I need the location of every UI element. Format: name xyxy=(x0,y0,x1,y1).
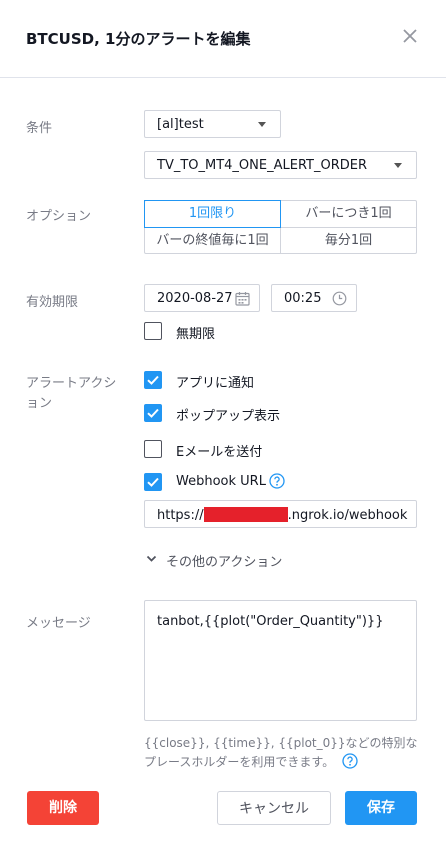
chevron-down-icon xyxy=(394,163,402,168)
actions-label-line1: アラートアクシ xyxy=(26,376,117,391)
message-textarea[interactable]: tanbot,{{plot("Order_Quantity")}} xyxy=(144,600,417,721)
message-hint-text: {{close}}, {{time}}, {{plot_0}}などの特別なプレー… xyxy=(144,736,418,769)
trigger-options: 1回限り バーにつき1回 バーの終値毎に1回 毎分1回 xyxy=(144,200,417,254)
webhook-label: Webhook URL xyxy=(176,474,266,489)
popup-label: ポップアップ表示 xyxy=(176,409,281,424)
webhook-url-prefix: https:// xyxy=(157,508,204,523)
webhook-checkbox[interactable] xyxy=(144,473,162,491)
message-text: tanbot,{{plot("Order_Quantity")}} xyxy=(157,614,384,629)
webhook-url-input[interactable]: https:// .ngrok.io/webhook xyxy=(144,500,417,528)
check-icon xyxy=(147,477,159,487)
email-label: Eメールを送付 xyxy=(176,445,263,460)
expiration-date-value: 2020-08-27 xyxy=(157,291,233,306)
condition-label: 条件 xyxy=(26,121,53,136)
option-once[interactable]: 1回限り xyxy=(144,200,281,228)
option-once-per-bar-close[interactable]: バーの終値毎に1回 xyxy=(145,228,280,254)
chevron-down-icon xyxy=(258,122,266,127)
expiration-time-field[interactable]: 00:25 xyxy=(271,284,357,312)
save-button[interactable]: 保存 xyxy=(345,791,417,825)
dialog-title: BTCUSD, 1分のアラートを編集 xyxy=(26,30,251,48)
notify-app-label: アプリに通知 xyxy=(176,376,255,391)
notify-app-checkbox[interactable] xyxy=(144,371,162,389)
cancel-button[interactable]: キャンセル xyxy=(217,791,331,825)
webhook-url-suffix: .ngrok.io/webhook xyxy=(287,508,408,523)
redacted-block xyxy=(203,507,288,522)
clock-icon[interactable] xyxy=(332,291,347,306)
actions-label-line2: ョン xyxy=(26,396,53,411)
help-icon[interactable] xyxy=(269,473,285,489)
email-checkbox[interactable] xyxy=(144,440,162,458)
condition-select-value: [al]test xyxy=(157,117,204,132)
expiration-label: 有効期限 xyxy=(26,295,79,310)
option-once-per-minute[interactable]: 毎分1回 xyxy=(281,228,416,254)
check-icon xyxy=(147,408,159,418)
option-once-per-bar[interactable]: バーにつき1回 xyxy=(281,201,416,227)
options-label: オプション xyxy=(26,209,92,224)
more-actions-label: その他のアクション xyxy=(166,555,283,570)
delete-button[interactable]: 削除 xyxy=(27,791,99,825)
unlimited-label: 無期限 xyxy=(176,327,216,342)
calendar-icon[interactable] xyxy=(235,291,250,306)
chevron-down-icon xyxy=(146,555,157,562)
close-icon[interactable] xyxy=(400,26,420,46)
dialog-header: BTCUSD, 1分のアラートを編集 xyxy=(0,0,446,78)
unlimited-checkbox[interactable] xyxy=(144,322,162,340)
message-label: メッセージ xyxy=(26,616,91,631)
popup-checkbox[interactable] xyxy=(144,404,162,422)
alert-plot-value: TV_TO_MT4_ONE_ALERT_ORDER xyxy=(157,158,368,173)
expiration-date-field[interactable]: 2020-08-27 xyxy=(144,284,260,312)
help-icon[interactable] xyxy=(342,753,358,769)
expiration-time-value: 00:25 xyxy=(284,291,322,306)
message-hint: {{close}}, {{time}}, {{plot_0}}などの特別なプレー… xyxy=(144,734,424,772)
alert-plot-select[interactable]: TV_TO_MT4_ONE_ALERT_ORDER xyxy=(144,151,417,179)
webhook-url-text: https:// .ngrok.io/webhook xyxy=(157,507,407,523)
condition-select[interactable]: [al]test xyxy=(144,110,281,138)
check-icon xyxy=(147,375,159,385)
